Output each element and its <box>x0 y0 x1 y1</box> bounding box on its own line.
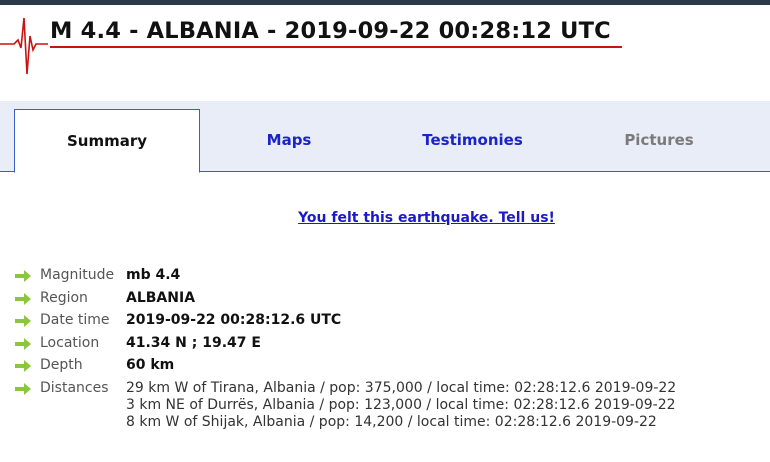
distance-line: 8 km W of Shijak, Albania / pop: 14,200 … <box>126 413 657 430</box>
green-arrow-icon <box>15 360 31 372</box>
felt-report-link[interactable]: You felt this earthquake. Tell us! <box>0 210 770 226</box>
green-arrow-icon <box>15 270 31 282</box>
distances-list: 29 km W of Tirana, Albania / pop: 375,00… <box>126 380 676 431</box>
tab-testimonies[interactable]: Testimonies <box>380 109 565 171</box>
green-arrow-icon <box>15 292 31 305</box>
green-arrow-icon <box>15 382 31 395</box>
depth-label: Depth <box>40 357 83 373</box>
depth-value: 60 km <box>126 357 175 373</box>
datetime-label: Date time <box>40 312 110 328</box>
seismogram-icon <box>0 17 48 75</box>
region-label: Region <box>40 289 88 306</box>
location-label: Location <box>40 334 100 351</box>
tab-bar: Summary Maps Testimonies Pictures <box>0 101 770 173</box>
magnitude-label: Magnitude <box>40 267 115 283</box>
tab-maps[interactable]: Maps <box>199 109 379 171</box>
region-value: ALBANIA <box>126 289 196 306</box>
distance-line: 3 km NE of Durrës, Albania / pop: 123,00… <box>126 396 676 413</box>
green-arrow-icon <box>15 315 31 327</box>
magnitude-value: mb 4.4 <box>126 267 181 283</box>
page-title: M 4.4 - ALBANIA - 2019-09-22 00:28:12 UT… <box>50 18 611 44</box>
distance-line: 29 km W of Tirana, Albania / pop: 375,00… <box>126 379 677 396</box>
tab-pictures: Pictures <box>624 131 694 149</box>
tab-summary[interactable]: Summary <box>14 109 200 173</box>
green-arrow-icon <box>15 337 31 350</box>
location-value: 41.34 N ; 19.47 E <box>126 334 261 351</box>
top-bar <box>0 0 770 5</box>
datetime-value: 2019-09-22 00:28:12.6 UTC <box>126 312 342 328</box>
distances-label: Distances <box>40 379 109 396</box>
title-underline <box>50 46 622 48</box>
